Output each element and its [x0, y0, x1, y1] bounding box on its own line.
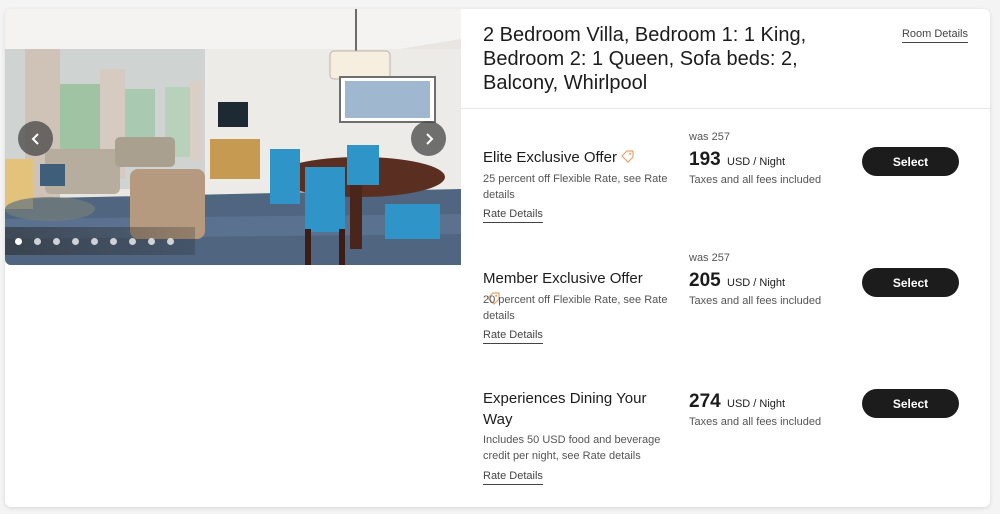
- select-button[interactable]: Select: [862, 268, 959, 297]
- room-card: 2 Bedroom Villa, Bedroom 1: 1 King, Bedr…: [5, 9, 990, 507]
- chevron-left-icon: [31, 132, 39, 145]
- rate-description: 25 percent off Flexible Rate, see Rate d…: [483, 173, 668, 201]
- header-divider: [461, 108, 990, 109]
- rate-row: Experiences Dining Your Way Includes 50 …: [461, 365, 990, 485]
- carousel-dot[interactable]: [53, 237, 60, 245]
- nightly-price: 205: [689, 270, 721, 291]
- price-unit: USD / Night: [727, 398, 786, 410]
- carousel-dots: [5, 227, 195, 255]
- nightly-price: 193: [689, 149, 721, 170]
- room-details-link[interactable]: Room Details: [901, 28, 968, 43]
- carousel-dot[interactable]: [148, 237, 155, 245]
- was-price: was 257: [689, 252, 730, 264]
- rate-details-link[interactable]: Rate Details: [483, 329, 543, 344]
- chevron-right-icon: [425, 132, 433, 145]
- rate-details-link[interactable]: Rate Details: [483, 208, 543, 223]
- room-title: 2 Bedroom Villa, Bedroom 1: 1 King, Bedr…: [483, 24, 807, 94]
- rate-description: 20 percent off Flexible Rate, see Rate d…: [483, 294, 668, 322]
- carousel-dot[interactable]: [110, 237, 117, 245]
- rate-row: Member Exclusive Offer 20 percent off Fl…: [461, 244, 990, 364]
- carousel-dot[interactable]: [167, 237, 174, 245]
- rate-name: Experiences Dining Your Way: [483, 390, 647, 428]
- carousel-prev-button[interactable]: [18, 121, 53, 156]
- price-unit: USD / Night: [727, 277, 786, 289]
- carousel-dot[interactable]: [15, 237, 22, 245]
- price-unit: USD / Night: [727, 156, 786, 168]
- nightly-price: 274: [689, 391, 721, 412]
- select-button[interactable]: Select: [862, 389, 959, 418]
- taxes-note: Taxes and all fees included: [689, 174, 822, 186]
- room-photo-carousel[interactable]: [5, 9, 461, 265]
- carousel-dot[interactable]: [72, 237, 79, 245]
- rate-details-link[interactable]: Rate Details: [483, 470, 543, 485]
- tag-icon: [621, 150, 634, 163]
- carousel-dot[interactable]: [129, 237, 136, 245]
- carousel-dot[interactable]: [34, 237, 41, 245]
- was-price: was 257: [689, 131, 730, 143]
- rate-name: Elite Exclusive Offer: [483, 147, 658, 168]
- select-button[interactable]: Select: [862, 147, 959, 176]
- taxes-note: Taxes and all fees included: [689, 295, 822, 307]
- rate-row: Elite Exclusive Offer 25 percent off Fle…: [461, 123, 990, 243]
- carousel-dot[interactable]: [91, 237, 98, 245]
- carousel-next-button[interactable]: [411, 121, 446, 156]
- taxes-note: Taxes and all fees included: [689, 416, 822, 428]
- rate-description: Includes 50 USD food and beverage credit…: [483, 434, 661, 462]
